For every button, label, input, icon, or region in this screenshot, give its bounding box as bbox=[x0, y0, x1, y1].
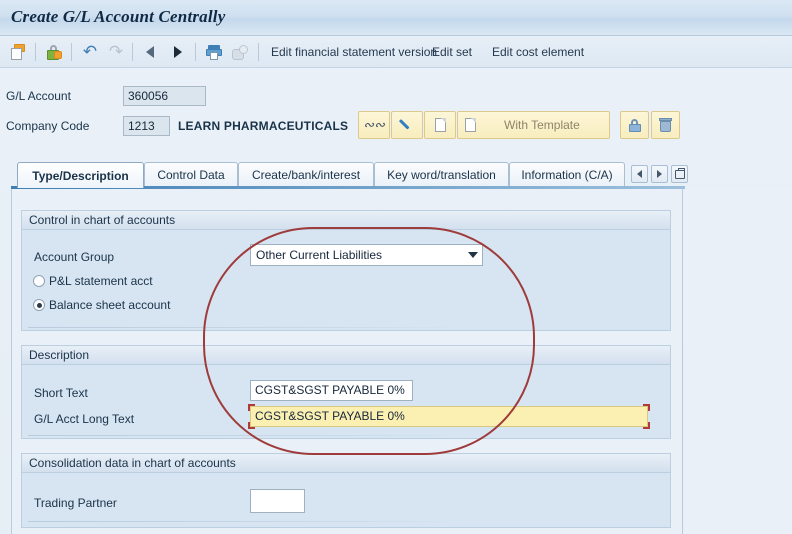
gl-account-label: G/L Account bbox=[6, 89, 71, 103]
edit-set-link[interactable]: Edit set bbox=[432, 44, 472, 60]
account-group-value: Other Current Liabilities bbox=[256, 248, 383, 262]
short-text-input[interactable]: CGST&SGST PAYABLE 0% bbox=[250, 380, 413, 401]
lock-button[interactable] bbox=[620, 111, 649, 139]
lock-key-icon-glyph bbox=[44, 42, 64, 62]
group-control-divider bbox=[28, 327, 468, 328]
sap-gui-window: Create G/L Account Centrally ↶ ↷ Edit fi… bbox=[0, 0, 792, 534]
display-change-icon-glyph bbox=[204, 42, 224, 62]
redo-icon: ↷ bbox=[104, 40, 128, 64]
group-consolidation-divider bbox=[28, 521, 468, 522]
with-template-button[interactable]: With Template bbox=[457, 111, 610, 139]
toolbar-separator bbox=[71, 43, 72, 61]
group-description-body: Short Text CGST&SGST PAYABLE 0% G/L Acct… bbox=[22, 365, 670, 438]
document-icon bbox=[434, 118, 446, 132]
tab-key-word-translation[interactable]: Key word/translation bbox=[374, 162, 509, 187]
group-control-title: Control in chart of accounts bbox=[22, 211, 670, 230]
account-group-select[interactable]: Other Current Liabilities bbox=[250, 244, 483, 266]
group-description-divider bbox=[28, 435, 468, 436]
delete-button[interactable] bbox=[651, 111, 680, 139]
group-description: Description Short Text CGST&SGST PAYABLE… bbox=[21, 345, 671, 439]
tab-scroll-left-button[interactable] bbox=[631, 165, 648, 183]
redo-icon-glyph: ↷ bbox=[108, 42, 124, 61]
group-consolidation-data: Consolidation data in chart of accounts … bbox=[21, 453, 671, 528]
pencil-icon bbox=[400, 118, 414, 132]
create-button[interactable] bbox=[424, 111, 456, 139]
tab-list-button[interactable] bbox=[671, 165, 688, 183]
next-icon[interactable] bbox=[168, 40, 188, 64]
toolbar-separator bbox=[195, 43, 196, 61]
group-description-title: Description bbox=[22, 346, 670, 365]
radio-pl-statement-acct[interactable]: P&L statement acct bbox=[33, 274, 153, 288]
save-icon[interactable] bbox=[6, 40, 30, 64]
radio-balance-circle bbox=[33, 299, 45, 311]
toolbar-separator bbox=[35, 43, 36, 61]
short-text-label: Short Text bbox=[34, 386, 88, 400]
group-control-body: Account Group Other Current Liabilities … bbox=[22, 230, 670, 330]
document-icon bbox=[465, 118, 476, 132]
radio-pl-circle bbox=[33, 275, 45, 287]
trading-partner-input[interactable] bbox=[250, 489, 305, 513]
tab-control-data[interactable]: Control Data bbox=[144, 162, 238, 187]
company-code-label: Company Code bbox=[6, 119, 90, 133]
radio-balance-sheet-account[interactable]: Balance sheet account bbox=[33, 298, 170, 312]
gl-acct-long-text-input[interactable]: CGST&SGST PAYABLE 0% bbox=[250, 406, 648, 427]
next-icon-glyph bbox=[174, 46, 182, 58]
group-consolidation-title: Consolidation data in chart of accounts bbox=[22, 454, 670, 473]
group-control-in-chart-of-accounts: Control in chart of accounts Account Gro… bbox=[21, 210, 671, 331]
with-template-label: With Template bbox=[504, 118, 580, 132]
edit-button[interactable] bbox=[391, 111, 423, 139]
tab-strip: Type/Description Control Data Create/ban… bbox=[11, 162, 711, 188]
content-panel: Control in chart of accounts Account Gro… bbox=[11, 189, 683, 534]
signature-button[interactable]: ∾∾ bbox=[358, 111, 390, 139]
undo-icon[interactable]: ↶ bbox=[78, 40, 102, 64]
trading-partner-label: Trading Partner bbox=[34, 496, 117, 510]
lock-key-icon[interactable] bbox=[42, 40, 66, 64]
tab-scroll-right-button[interactable] bbox=[651, 165, 668, 183]
previous-icon-glyph bbox=[146, 46, 154, 58]
edit-financial-statement-version-link[interactable]: Edit financial statement version bbox=[271, 44, 437, 60]
page-title: Create G/L Account Centrally bbox=[11, 7, 226, 26]
previous-icon[interactable] bbox=[140, 40, 160, 64]
panel-right-gap bbox=[684, 189, 792, 534]
group-consolidation-body: Trading Partner bbox=[22, 473, 670, 527]
gl-account-input[interactable]: 360056 bbox=[123, 86, 206, 106]
undo-icon-glyph: ↶ bbox=[82, 42, 98, 61]
toolbar-separator bbox=[132, 43, 133, 61]
toolbar-separator bbox=[258, 43, 259, 61]
radio-balance-label: Balance sheet account bbox=[49, 298, 171, 312]
title-bar: Create G/L Account Centrally bbox=[0, 0, 792, 36]
tab-list-icon bbox=[674, 167, 685, 179]
chevron-left-icon bbox=[637, 170, 642, 178]
company-name-text: LEARN PHARMACEUTICALS bbox=[178, 119, 349, 133]
account-group-label: Account Group bbox=[34, 250, 115, 264]
lock-icon bbox=[628, 118, 641, 132]
tab-type-description[interactable]: Type/Description bbox=[17, 162, 144, 188]
save-icon-glyph bbox=[8, 42, 28, 62]
document-icon-glyph bbox=[230, 42, 250, 62]
signature-icon: ∾∾ bbox=[363, 117, 385, 132]
radio-pl-label: P&L statement acct bbox=[49, 274, 153, 288]
chevron-right-icon bbox=[657, 170, 662, 178]
company-code-input[interactable]: 1213 bbox=[123, 116, 170, 136]
display-change-icon[interactable] bbox=[202, 40, 226, 64]
tab-create-bank-interest[interactable]: Create/bank/interest bbox=[238, 162, 374, 187]
tab-information-ca[interactable]: Information (C/A) bbox=[509, 162, 625, 187]
trash-icon bbox=[659, 118, 672, 132]
gl-acct-long-text-label: G/L Acct Long Text bbox=[34, 412, 135, 426]
edit-cost-element-link[interactable]: Edit cost element bbox=[492, 44, 584, 60]
chevron-down-icon[interactable] bbox=[464, 252, 482, 258]
application-toolbar: ↶ ↷ Edit financial statement version Edi… bbox=[0, 36, 792, 68]
document-icon[interactable] bbox=[228, 40, 252, 64]
